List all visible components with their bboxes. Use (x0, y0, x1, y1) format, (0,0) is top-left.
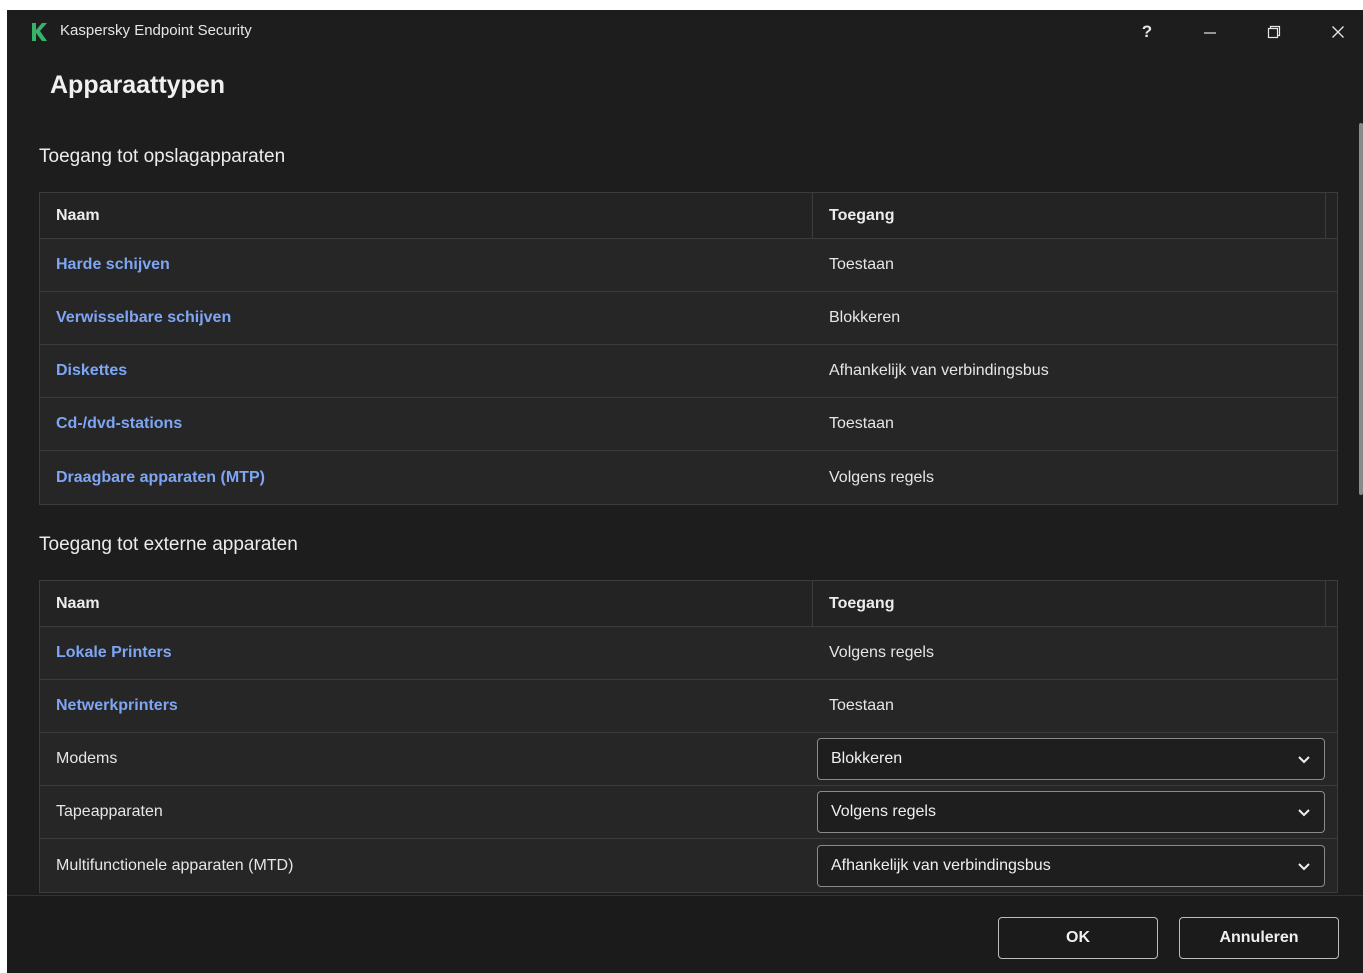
select-value: Blokkeren (831, 750, 903, 767)
storage-table: Naam Toegang Harde schijven Toestaan Ver… (39, 192, 1338, 505)
table-row: Modems Blokkeren (40, 733, 1337, 786)
device-link-cd-dvd-stations[interactable]: Cd-/dvd-stations (56, 415, 182, 433)
scrollbar-thumb[interactable] (1359, 123, 1363, 495)
close-button[interactable] (1316, 16, 1360, 48)
table-row: Multifunctionele apparaten (MTD) Afhanke… (40, 839, 1337, 892)
table-row: Netwerkprinters Toestaan (40, 680, 1337, 733)
device-link-netwerkprinters[interactable]: Netwerkprinters (56, 697, 178, 715)
table-row: Diskettes Afhankelijk van verbindingsbus (40, 345, 1337, 398)
column-header-access[interactable]: Toegang (813, 193, 1326, 238)
device-link-draagbare-apparaten[interactable]: Draagbare apparaten (MTP) (56, 469, 265, 487)
device-label-tapeapparaten: Tapeapparaten (56, 803, 163, 820)
help-icon: ? (1141, 22, 1153, 41)
table-header: Naam Toegang (40, 193, 1337, 239)
chevron-down-icon (1298, 862, 1310, 870)
access-value: Volgens regels (829, 468, 934, 486)
help-button[interactable]: ? (1125, 16, 1169, 48)
table-header: Naam Toegang (40, 581, 1337, 627)
access-value: Afhankelijk van verbindingsbus (829, 362, 1049, 379)
storage-section-title: Toegang tot opslagapparaten (39, 146, 286, 167)
column-header-name[interactable]: Naam (40, 193, 813, 238)
device-label-modems: Modems (56, 750, 118, 767)
access-value: Blokkeren (829, 309, 901, 326)
access-select-modems[interactable]: Blokkeren (817, 738, 1325, 780)
minimize-icon (1204, 32, 1216, 34)
column-header-access[interactable]: Toegang (813, 581, 1326, 626)
access-value: Volgens regels (829, 644, 934, 661)
kaspersky-logo-icon (32, 23, 47, 41)
device-link-harde-schijven[interactable]: Harde schijven (56, 256, 170, 274)
table-row: Verwisselbare schijven Blokkeren (40, 292, 1337, 345)
device-label-mtd: Multifunctionele apparaten (MTD) (56, 856, 294, 874)
app-title: Kaspersky Endpoint Security (60, 22, 252, 39)
title-bar: Kaspersky Endpoint Security ? (7, 10, 1363, 54)
access-value: Toestaan (829, 697, 894, 714)
chevron-down-icon (1298, 809, 1310, 817)
select-value: Volgens regels (831, 803, 936, 820)
external-table: Naam Toegang Lokale Printers Volgens reg… (39, 580, 1338, 893)
access-select-tapeapparaten[interactable]: Volgens regels (817, 791, 1325, 833)
select-value: Afhankelijk van verbindingsbus (831, 856, 1051, 874)
close-icon (1332, 26, 1344, 38)
column-header-name[interactable]: Naam (40, 581, 813, 626)
ok-button[interactable]: OK (998, 917, 1158, 959)
access-value: Toestaan (829, 415, 894, 432)
restore-icon (1267, 25, 1281, 39)
device-link-lokale-printers[interactable]: Lokale Printers (56, 644, 172, 662)
dialog-footer: OK Annuleren (7, 895, 1363, 973)
table-row: Lokale Printers Volgens regels (40, 627, 1337, 680)
dialog-window: Kaspersky Endpoint Security ? Apparaatty… (7, 10, 1363, 973)
restore-button[interactable] (1252, 16, 1296, 48)
access-select-mtd[interactable]: Afhankelijk van verbindingsbus (817, 844, 1325, 887)
external-section-title: Toegang tot externe apparaten (39, 534, 298, 555)
device-link-diskettes[interactable]: Diskettes (56, 362, 127, 380)
table-row: Draagbare apparaten (MTP) Volgens regels (40, 451, 1337, 504)
table-row: Harde schijven Toestaan (40, 239, 1337, 292)
cancel-button[interactable]: Annuleren (1179, 917, 1339, 959)
table-row: Tapeapparaten Volgens regels (40, 786, 1337, 839)
minimize-button[interactable] (1188, 16, 1232, 48)
chevron-down-icon (1298, 756, 1310, 764)
page-title: Apparaattypen (50, 71, 226, 99)
table-row: Cd-/dvd-stations Toestaan (40, 398, 1337, 451)
device-link-verwisselbare-schijven[interactable]: Verwisselbare schijven (56, 309, 231, 327)
access-value: Toestaan (829, 256, 894, 273)
